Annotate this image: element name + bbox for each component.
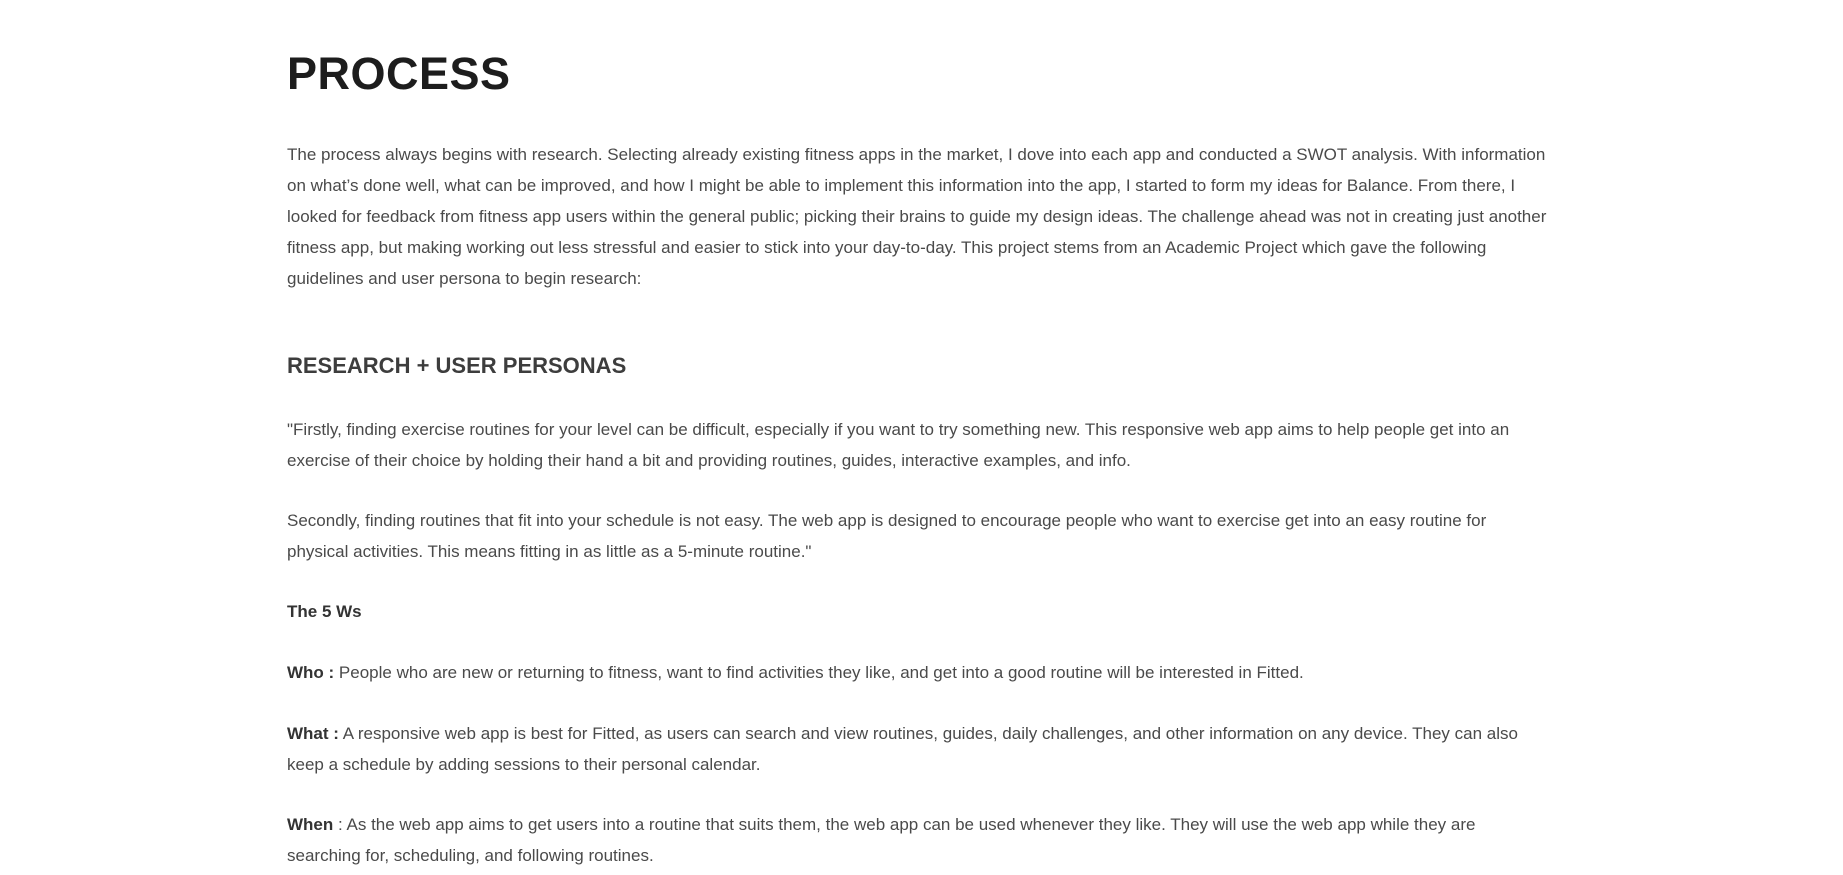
who-paragraph: Who : People who are new or returning to… xyxy=(287,657,1547,688)
when-text: : As the web app aims to get users into … xyxy=(287,815,1476,865)
who-text: People who are new or returning to fitne… xyxy=(334,663,1304,682)
when-label: When xyxy=(287,815,334,834)
who-label: Who : xyxy=(287,663,335,682)
what-label: What : xyxy=(287,724,339,743)
when-paragraph: When : As the web app aims to get users … xyxy=(287,809,1547,871)
page-title: PROCESS xyxy=(287,48,511,99)
process-intro-paragraph: The process always begins with research.… xyxy=(287,145,1547,288)
research-section-heading: RESEARCH + USER PERSONAS xyxy=(287,353,627,378)
what-text: A responsive web app is best for Fitted,… xyxy=(287,724,1518,774)
project-brief-paragraph-1: "Firstly, finding exercise routines for … xyxy=(287,420,1510,470)
five-ws-heading: The 5 Ws xyxy=(287,602,362,621)
what-paragraph: What : A responsive web app is best for … xyxy=(287,718,1547,780)
project-brief-paragraph-2: Secondly, finding routines that fit into… xyxy=(287,511,1487,561)
